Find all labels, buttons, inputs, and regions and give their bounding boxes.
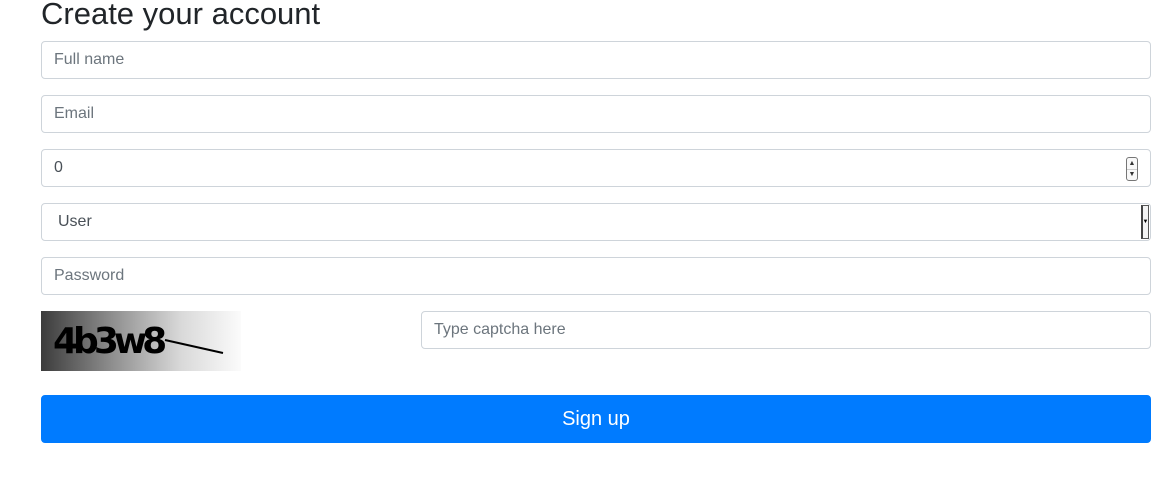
sign-up-button[interactable]: Sign up [41, 395, 1151, 443]
email-input[interactable] [41, 95, 1151, 133]
role-select[interactable]: User ▼ [41, 203, 1151, 241]
number-input[interactable] [41, 149, 1151, 187]
page-title: Create your account [41, 0, 321, 31]
captcha-strike-line [164, 339, 224, 354]
number-stepper[interactable]: ▲ ▼ [1126, 157, 1138, 181]
password-input[interactable] [41, 257, 1151, 295]
captcha-image: 4b3w8 [41, 311, 241, 371]
chevron-down-icon[interactable]: ▼ [1127, 168, 1137, 181]
full-name-input[interactable] [41, 41, 1151, 79]
caret-down-icon[interactable]: ▼ [1141, 205, 1149, 239]
chevron-up-icon[interactable]: ▲ [1127, 158, 1137, 169]
captcha-input[interactable] [421, 311, 1151, 349]
role-select-value: User [58, 213, 92, 230]
